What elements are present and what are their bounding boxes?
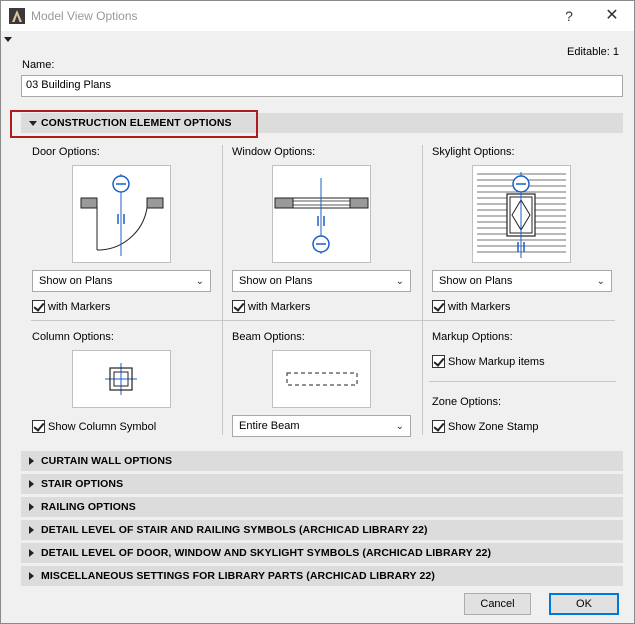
skylight-symbol-icon bbox=[477, 172, 566, 258]
door-markers-checkbox[interactable]: with Markers bbox=[32, 300, 110, 313]
window-markers-label: with Markers bbox=[248, 300, 311, 313]
show-column-symbol-checkbox[interactable]: Show Column Symbol bbox=[32, 420, 156, 433]
window-preview bbox=[272, 165, 371, 263]
door-symbol-icon bbox=[80, 174, 164, 256]
skylight-options-label: Skylight Options: bbox=[432, 146, 515, 158]
door-options-label: Door Options: bbox=[32, 146, 100, 158]
skylight-markers-checkbox[interactable]: with Markers bbox=[432, 300, 510, 313]
show-zone-stamp-label: Show Zone Stamp bbox=[448, 420, 539, 433]
window-symbol-icon bbox=[274, 178, 369, 254]
chevron-right-icon bbox=[29, 480, 34, 488]
markup-options-label: Markup Options: bbox=[432, 331, 513, 343]
help-button[interactable]: ? bbox=[559, 5, 579, 27]
door-preview bbox=[72, 165, 171, 263]
chevron-right-icon bbox=[29, 549, 34, 557]
door-window-skylight-detail-section-header[interactable]: DETAIL LEVEL OF DOOR, WINDOW AND SKYLIGH… bbox=[21, 543, 623, 563]
show-zone-stamp-checkbox[interactable]: Show Zone Stamp bbox=[432, 420, 539, 433]
beam-preview bbox=[272, 350, 371, 408]
beam-options-label: Beam Options: bbox=[232, 331, 305, 343]
beam-symbol-icon bbox=[286, 372, 358, 386]
section-label: MISCELLANEOUS SETTINGS FOR LIBRARY PARTS… bbox=[41, 570, 435, 582]
column-options-label: Column Options: bbox=[32, 331, 114, 343]
highlight-annotation bbox=[10, 110, 258, 138]
window-options-label: Window Options: bbox=[232, 146, 316, 158]
window-markers-checkbox[interactable]: with Markers bbox=[232, 300, 310, 313]
chevron-right-icon bbox=[29, 457, 34, 465]
beam-display-select[interactable]: Entire Beam ⌄ bbox=[232, 415, 411, 437]
column-preview bbox=[72, 350, 171, 408]
checkbox-checked-icon bbox=[432, 420, 445, 433]
name-input[interactable]: 03 Building Plans bbox=[21, 75, 623, 97]
column-divider bbox=[222, 145, 223, 435]
checkbox-checked-icon bbox=[32, 300, 45, 313]
close-button[interactable]: ✕ bbox=[601, 5, 623, 27]
checkbox-checked-icon bbox=[432, 355, 445, 368]
window-display-select[interactable]: Show on Plans ⌄ bbox=[232, 270, 411, 292]
chevron-right-icon bbox=[29, 526, 34, 534]
editable-count: Editable: 1 bbox=[567, 46, 619, 58]
chevron-down-icon: ⌄ bbox=[596, 276, 605, 287]
stair-railing-detail-section-header[interactable]: DETAIL LEVEL OF STAIR AND RAILING SYMBOL… bbox=[21, 520, 623, 540]
checkbox-checked-icon bbox=[432, 300, 445, 313]
ok-button[interactable]: OK bbox=[549, 593, 619, 615]
checkbox-checked-icon bbox=[32, 420, 45, 433]
zone-options-label: Zone Options: bbox=[432, 396, 502, 408]
beam-display-value: Entire Beam bbox=[239, 420, 300, 432]
door-display-select[interactable]: Show on Plans ⌄ bbox=[32, 270, 211, 292]
stair-section-header[interactable]: STAIR OPTIONS bbox=[21, 474, 623, 494]
chevron-down-icon: ⌄ bbox=[195, 276, 204, 287]
misc-library-settings-section-header[interactable]: MISCELLANEOUS SETTINGS FOR LIBRARY PARTS… bbox=[21, 566, 623, 586]
chevron-down-icon: ⌄ bbox=[395, 421, 404, 432]
markup-zone-divider bbox=[429, 381, 616, 382]
column-divider bbox=[422, 145, 423, 435]
row-divider bbox=[31, 320, 615, 321]
door-display-value: Show on Plans bbox=[39, 275, 113, 287]
show-markup-items-checkbox[interactable]: Show Markup items bbox=[432, 355, 545, 368]
chevron-right-icon bbox=[29, 572, 34, 580]
skylight-display-value: Show on Plans bbox=[439, 275, 513, 287]
name-label: Name: bbox=[22, 59, 55, 71]
show-markup-items-label: Show Markup items bbox=[448, 355, 545, 368]
show-column-symbol-label: Show Column Symbol bbox=[48, 420, 157, 433]
column-symbol-icon bbox=[105, 363, 137, 395]
section-label: DETAIL LEVEL OF STAIR AND RAILING SYMBOL… bbox=[41, 524, 428, 536]
dialog-window: Model View Options ? ✕ Name: Editable: 1… bbox=[0, 0, 635, 624]
skylight-preview bbox=[472, 165, 571, 263]
door-markers-label: with Markers bbox=[48, 300, 111, 313]
railing-section-header[interactable]: RAILING OPTIONS bbox=[21, 497, 623, 517]
skylight-display-select[interactable]: Show on Plans ⌄ bbox=[432, 270, 612, 292]
archicad-app-icon bbox=[9, 8, 25, 24]
chevron-down-icon: ⌄ bbox=[395, 276, 404, 287]
window-title: Model View Options bbox=[31, 9, 138, 23]
options-menu-caret-icon[interactable] bbox=[4, 37, 12, 42]
section-label: DETAIL LEVEL OF DOOR, WINDOW AND SKYLIGH… bbox=[41, 547, 492, 559]
checkbox-checked-icon bbox=[232, 300, 245, 313]
skylight-markers-label: with Markers bbox=[448, 300, 511, 313]
window-display-value: Show on Plans bbox=[239, 275, 313, 287]
section-label: STAIR OPTIONS bbox=[41, 478, 124, 490]
cancel-button[interactable]: Cancel bbox=[464, 593, 531, 615]
chevron-right-icon bbox=[29, 503, 34, 511]
curtain-wall-section-header[interactable]: CURTAIN WALL OPTIONS bbox=[21, 451, 623, 471]
title-bar: Model View Options ? ✕ bbox=[1, 1, 634, 31]
section-label: RAILING OPTIONS bbox=[41, 501, 136, 513]
section-label: CURTAIN WALL OPTIONS bbox=[41, 455, 173, 467]
